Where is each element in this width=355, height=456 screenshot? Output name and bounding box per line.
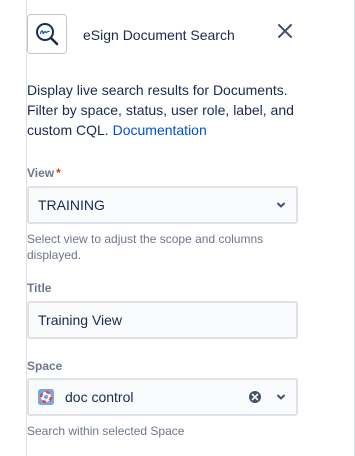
close-icon — [278, 24, 292, 38]
space-select-value: doc control — [65, 389, 134, 405]
panel-title: eSign Document Search — [83, 27, 235, 43]
view-label: View * — [27, 166, 61, 180]
space-helper-text: Search within selected Space — [27, 424, 185, 438]
left-gutter — [0, 0, 26, 456]
macro-config-panel: eSign Document Search Display live searc… — [0, 0, 355, 456]
chevron-down-icon — [274, 390, 288, 404]
space-label: Space — [27, 359, 63, 373]
panel-description: Display live search results for Document… — [27, 80, 302, 140]
space-avatar-icon — [38, 389, 54, 405]
view-helper-text: Select view to adjust the scope and colu… — [27, 232, 264, 262]
space-select[interactable]: doc control — [27, 378, 298, 416]
documentation-link[interactable]: Documentation — [113, 122, 207, 138]
chevron-down-icon — [274, 198, 288, 212]
view-select-value: TRAINING — [38, 197, 105, 213]
close-button[interactable] — [271, 17, 299, 45]
title-label: Title — [27, 281, 52, 295]
view-select[interactable]: TRAINING — [27, 186, 298, 224]
panel-header: eSign Document Search — [27, 13, 327, 57]
clear-icon[interactable] — [248, 390, 262, 404]
magnifier-signature-icon — [27, 14, 67, 54]
title-input[interactable]: Training View — [27, 301, 298, 339]
title-input-value: Training View — [38, 312, 123, 328]
view-label-text: View — [27, 166, 55, 180]
required-marker: * — [56, 166, 61, 180]
